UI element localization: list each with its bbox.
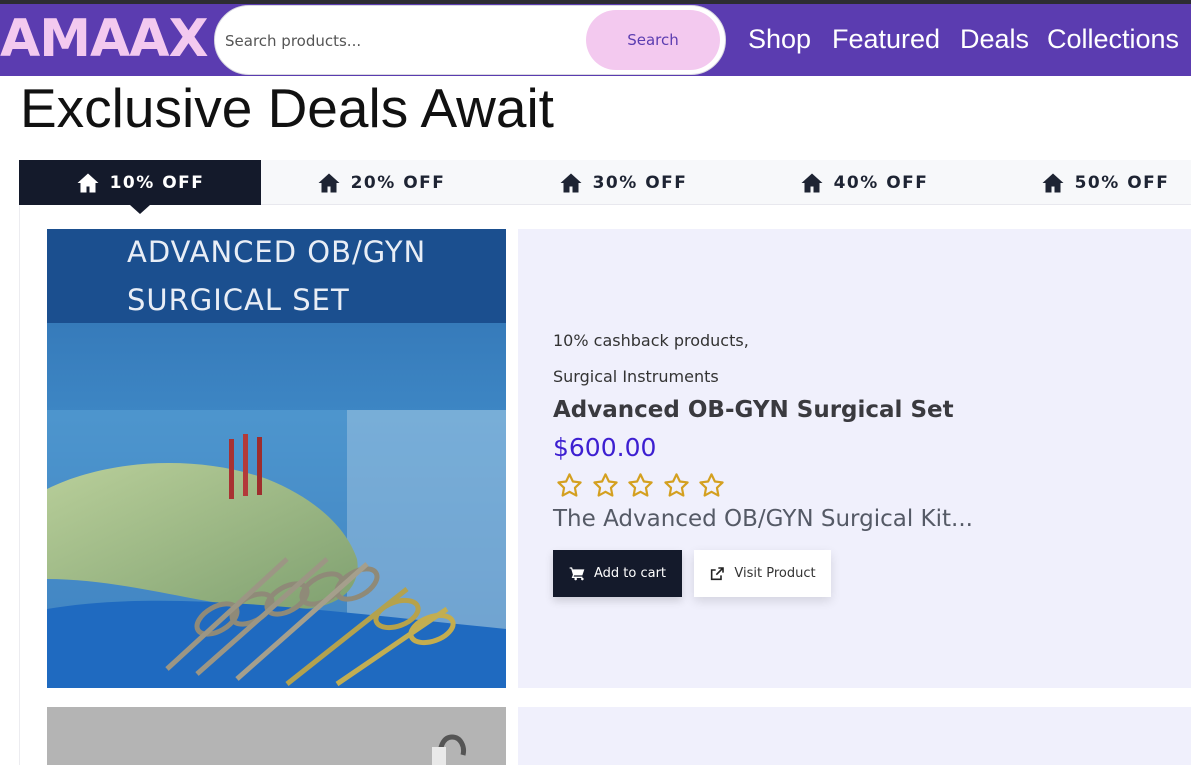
nav-link-featured[interactable]: Featured: [832, 24, 940, 55]
search-button[interactable]: Search: [586, 10, 720, 70]
add-to-cart-button[interactable]: Add to cart: [553, 550, 682, 597]
cart-icon: [569, 566, 585, 580]
product-image[interactable]: ADVANCED OB/GYN SURGICAL SET: [47, 229, 506, 688]
tab-label: 10% OFF: [109, 172, 205, 193]
tab-label: 20% OFF: [350, 172, 446, 193]
image-caption-line2: SURGICAL SET: [127, 283, 350, 317]
nav-shop[interactable]: Shop: [748, 22, 811, 56]
tab-20-off[interactable]: 20% OFF: [260, 160, 502, 205]
image-caption-line1: ADVANCED OB/GYN: [127, 235, 427, 269]
nav-collections[interactable]: Collections: [1047, 22, 1179, 56]
product-price: $600.00: [553, 433, 657, 462]
product-details: [518, 707, 1191, 765]
discount-tabs: 10% OFF 20% OFF 30% OFF 40% OFF 50% OFF: [19, 160, 1191, 205]
star-outline-icon: [592, 473, 618, 497]
product-photo: [47, 707, 506, 765]
star-outline-icon: [557, 473, 582, 497]
star-outline-icon: [628, 473, 653, 497]
visit-product-button[interactable]: Visit Product: [694, 550, 831, 597]
product-category-link[interactable]: Surgical Instruments: [553, 367, 719, 386]
site-header: AMAAX Search Shop Featured Deals Collect…: [0, 4, 1191, 76]
tab-label: 40% OFF: [833, 172, 929, 193]
star-outline-icon: [663, 473, 689, 497]
visit-product-label: Visit Product: [734, 566, 816, 581]
nav-link-shop[interactable]: Shop: [748, 24, 811, 55]
star-rating: [555, 471, 733, 500]
tab-10-off[interactable]: 10% OFF: [19, 160, 261, 205]
product-category-link[interactable]: 10% cashback products,: [553, 331, 749, 350]
tab-label: 50% OFF: [1074, 172, 1170, 193]
search-bar: Search: [214, 5, 726, 75]
star-outline-icon: [699, 473, 724, 497]
tab-50-off[interactable]: 50% OFF: [984, 160, 1191, 205]
nav-deals[interactable]: Deals: [960, 22, 1029, 56]
search-input[interactable]: [225, 24, 585, 58]
tab-label: 30% OFF: [592, 172, 688, 193]
product-image[interactable]: [47, 707, 506, 765]
add-to-cart-label: Add to cart: [593, 566, 667, 581]
nav-featured[interactable]: Featured: [832, 22, 940, 56]
home-icon: [318, 173, 340, 192]
nav-link-collections[interactable]: Collections: [1047, 24, 1179, 55]
tab-30-off[interactable]: 30% OFF: [502, 160, 744, 205]
home-icon: [801, 173, 823, 192]
page-title: Exclusive Deals Await: [20, 77, 554, 139]
product-excerpt: The Advanced OB/GYN Surgical Kit...: [553, 506, 973, 532]
home-icon: [560, 173, 582, 192]
external-link-icon: [711, 566, 725, 580]
active-tab-caret: [130, 205, 150, 214]
tab-40-off[interactable]: 40% OFF: [743, 160, 985, 205]
home-icon: [1042, 173, 1064, 192]
product-details: 10% cashback products, Surgical Instrume…: [518, 229, 1191, 688]
home-icon: [77, 173, 99, 192]
site-logo[interactable]: AMAAX: [0, 10, 209, 68]
nav-link-deals[interactable]: Deals: [960, 24, 1029, 55]
product-title[interactable]: Advanced OB-GYN Surgical Set: [553, 397, 954, 423]
